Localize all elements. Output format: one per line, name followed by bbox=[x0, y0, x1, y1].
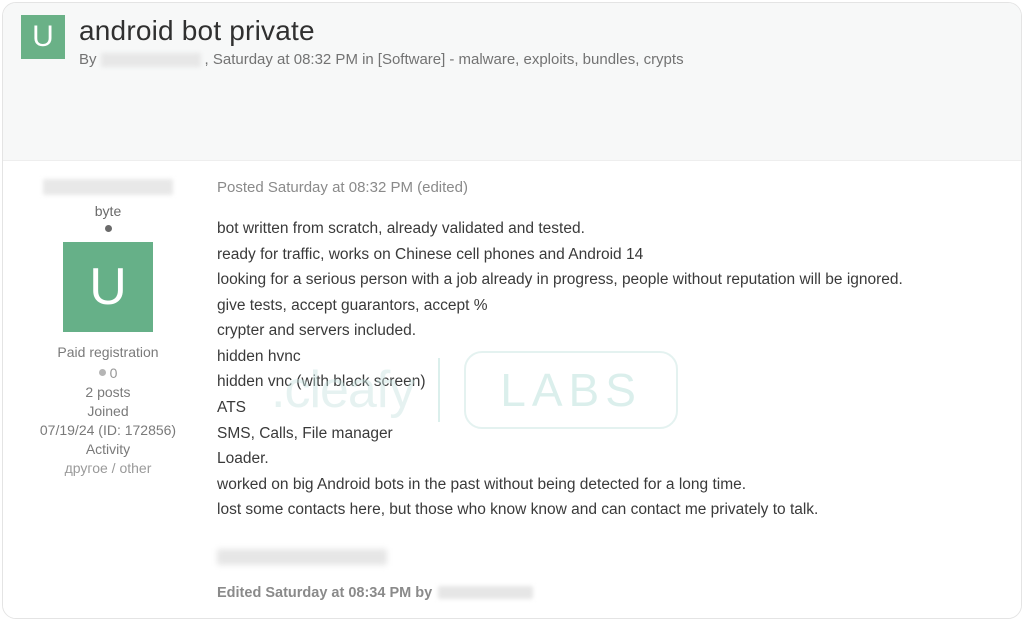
activity-label: Activity bbox=[17, 441, 199, 457]
contact-redacted bbox=[217, 549, 387, 565]
body-line: Loader. bbox=[217, 446, 1011, 472]
activity-value: другое / other bbox=[17, 460, 199, 476]
body-line: bot written from scratch, already valida… bbox=[217, 216, 1011, 242]
thread-title: android bot private bbox=[79, 15, 684, 47]
by-label: By bbox=[79, 51, 97, 68]
edited-info: Edited Saturday at 08:34 PM by bbox=[217, 585, 1011, 601]
body-line: SMS, Calls, File manager bbox=[217, 421, 1011, 447]
thread-header: U android bot private By , Saturday at 0… bbox=[3, 3, 1021, 96]
joined-value: 07/19/24 (ID: 172856) bbox=[17, 422, 199, 438]
byline: By , Saturday at 08:32 PM in [Software] … bbox=[79, 51, 684, 68]
body-line: crypter and servers included. bbox=[217, 318, 1011, 344]
registration-type: Paid registration bbox=[17, 344, 199, 360]
posted-at: , Saturday at 08:32 PM in bbox=[205, 51, 374, 68]
post: byte U Paid registration 0 2 posts Joine… bbox=[3, 161, 1021, 619]
author-sidebar: byte U Paid registration 0 2 posts Joine… bbox=[3, 161, 213, 619]
body-line: lost some contacts here, but those who k… bbox=[217, 497, 1011, 523]
reputation-count: 0 bbox=[99, 365, 118, 381]
body-line: hidden vnc (with black screen) bbox=[217, 369, 1011, 395]
rep-value: 0 bbox=[110, 365, 118, 381]
username-redacted bbox=[43, 179, 173, 195]
category-link[interactable]: [Software] bbox=[378, 51, 446, 68]
post-body: bot written from scratch, already valida… bbox=[217, 216, 1011, 523]
post-content: .cleafy LABS Posted Saturday at 08:32 PM… bbox=[213, 161, 1021, 619]
rank-dot-icon bbox=[105, 225, 112, 232]
post-count[interactable]: 2 posts bbox=[17, 384, 199, 400]
body-line: hidden hvnc bbox=[217, 344, 1011, 370]
body-line: looking for a serious person with a job … bbox=[217, 267, 1011, 293]
body-line: give tests, accept guarantors, accept % bbox=[217, 293, 1011, 319]
editor-redacted bbox=[438, 586, 533, 599]
body-line: ATS bbox=[217, 395, 1011, 421]
header-avatar[interactable]: U bbox=[21, 15, 65, 59]
category-tail: - malware, exploits, bundles, crypts bbox=[449, 51, 683, 68]
page-container: U android bot private By , Saturday at 0… bbox=[2, 2, 1022, 619]
posted-timestamp[interactable]: Posted Saturday at 08:32 PM (edited) bbox=[217, 179, 1011, 196]
joined-label: Joined bbox=[17, 403, 199, 419]
author-redacted bbox=[101, 53, 201, 67]
author-avatar[interactable]: U bbox=[63, 242, 153, 332]
header-gap bbox=[3, 96, 1021, 161]
rep-dot-icon bbox=[99, 369, 106, 376]
body-line: worked on big Android bots in the past w… bbox=[217, 472, 1011, 498]
edited-text[interactable]: Edited Saturday at 08:34 PM by bbox=[217, 585, 432, 601]
user-rank: byte bbox=[17, 203, 199, 219]
header-text-block: android bot private By , Saturday at 08:… bbox=[79, 15, 684, 68]
body-line: ready for traffic, works on Chinese cell… bbox=[217, 242, 1011, 268]
